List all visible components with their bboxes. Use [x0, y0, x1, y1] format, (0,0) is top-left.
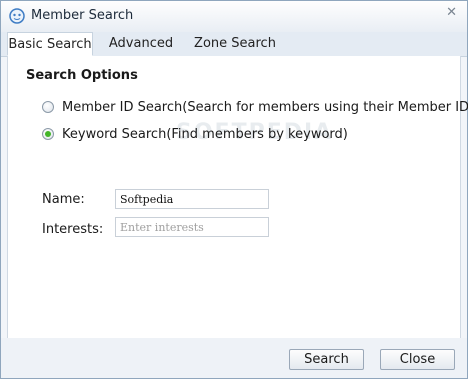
window-title: Member Search [31, 8, 134, 23]
keyword-search-label: Keyword Search(Find members by keyword) [62, 126, 348, 142]
tab-bar: Basic Search Advanced Zone Search [1, 32, 467, 57]
search-options-heading: Search Options [26, 68, 138, 83]
member-id-radio[interactable] [42, 101, 54, 113]
close-icon[interactable]: ✕ [446, 5, 457, 20]
name-label: Name: [42, 192, 85, 207]
search-button[interactable]: Search [289, 349, 364, 370]
tab-basic-search[interactable]: Basic Search [7, 32, 93, 56]
dialog-footer: Search Close [1, 338, 467, 378]
keyword-radio[interactable] [42, 128, 54, 140]
interests-input[interactable] [115, 217, 269, 237]
member-id-search-label: Member ID Search(Search for members usin… [62, 99, 468, 115]
member-id-search-option[interactable]: Member ID Search(Search for members usin… [42, 98, 468, 116]
member-search-window: Member Search ✕ Basic Search Advanced Zo… [0, 0, 468, 379]
basic-search-panel: SOFTPEDIA Search Options Member ID Searc… [7, 56, 468, 339]
app-logo-icon [9, 8, 25, 24]
title-bar: Member Search ✕ [1, 1, 467, 32]
keyword-search-option[interactable]: Keyword Search(Find members by keyword) [42, 125, 348, 143]
interests-label: Interests: [42, 222, 104, 237]
tab-advanced[interactable]: Advanced [105, 32, 177, 56]
name-input[interactable] [115, 189, 269, 209]
close-button[interactable]: Close [380, 349, 455, 370]
tab-zone-search[interactable]: Zone Search [191, 32, 279, 56]
